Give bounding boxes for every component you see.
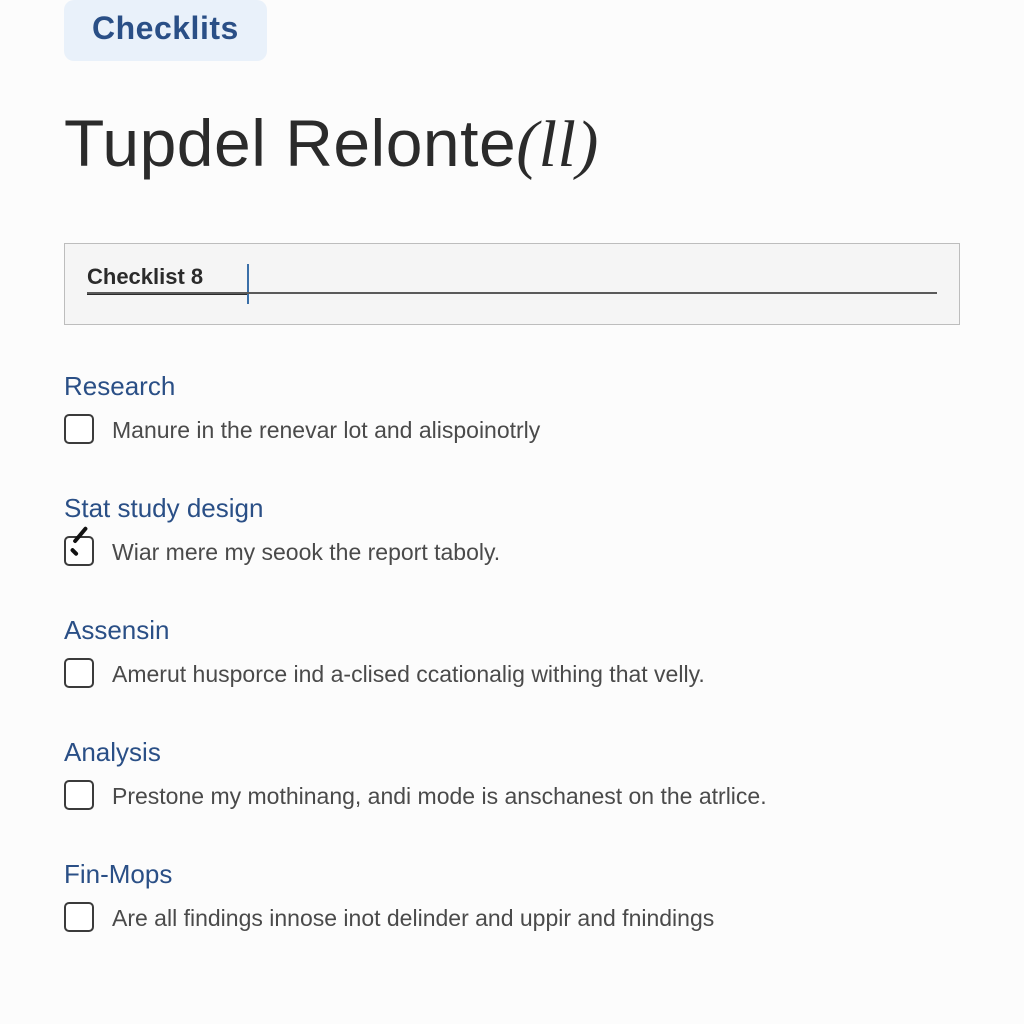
checklist-item: Manure in the renevar lot and alispoinot… [64,414,960,445]
tab-checklists[interactable]: Checklits [64,0,267,61]
input-baseline [87,292,937,294]
checklist-item-text: Manure in the renevar lot and alispoinot… [112,414,540,445]
page-title-suffix: (ll) [516,108,599,181]
section-title: Fin-Mops [64,859,960,890]
checklist-item: Amerut husporce ind a-clised ccationalig… [64,658,960,689]
section: Research Manure in the renevar lot and al… [64,371,960,445]
checkbox[interactable] [64,658,94,688]
checklist-item-text: Amerut husporce ind a-clised ccationalig… [112,658,705,689]
section-title: Assensin [64,615,960,646]
page-title: Tupdel Relonte(ll) [64,105,960,183]
checkbox[interactable] [64,414,94,444]
checkbox[interactable] [64,902,94,932]
section: Fin-Mops Are all findings innose inot del… [64,859,960,933]
section: Analysis Prestone my mothinang, andi mode… [64,737,960,811]
checklist-sections: Research Manure in the renevar lot and al… [64,371,960,933]
checklist-item-text: Wiar mere my seook the report taboly. [112,536,500,567]
checklist-item-text: Prestone my mothinang, andi mode is ansc… [112,780,767,811]
section: Assensin Amerut husporce ind a-clised cca… [64,615,960,689]
section-title: Analysis [64,737,960,768]
checklist-item: Prestone my mothinang, andi mode is ansc… [64,780,960,811]
checklist-item: Are all findings innose inot delinder an… [64,902,960,933]
section-title: Research [64,371,960,402]
checklist-name-value: Checklist 8 [87,264,203,290]
section: Stat study design Wiar mere my seook the … [64,493,960,567]
checkbox[interactable] [64,536,94,566]
checklist-name-input[interactable]: Checklist 8 [64,243,960,325]
section-title: Stat study design [64,493,960,524]
checkbox[interactable] [64,780,94,810]
checklist-item: Wiar mere my seook the report taboly. [64,536,960,567]
text-caret-icon [247,264,249,304]
checklist-item-text: Are all findings innose inot delinder an… [112,902,714,933]
page-title-main: Tupdel Relonte [64,106,516,180]
